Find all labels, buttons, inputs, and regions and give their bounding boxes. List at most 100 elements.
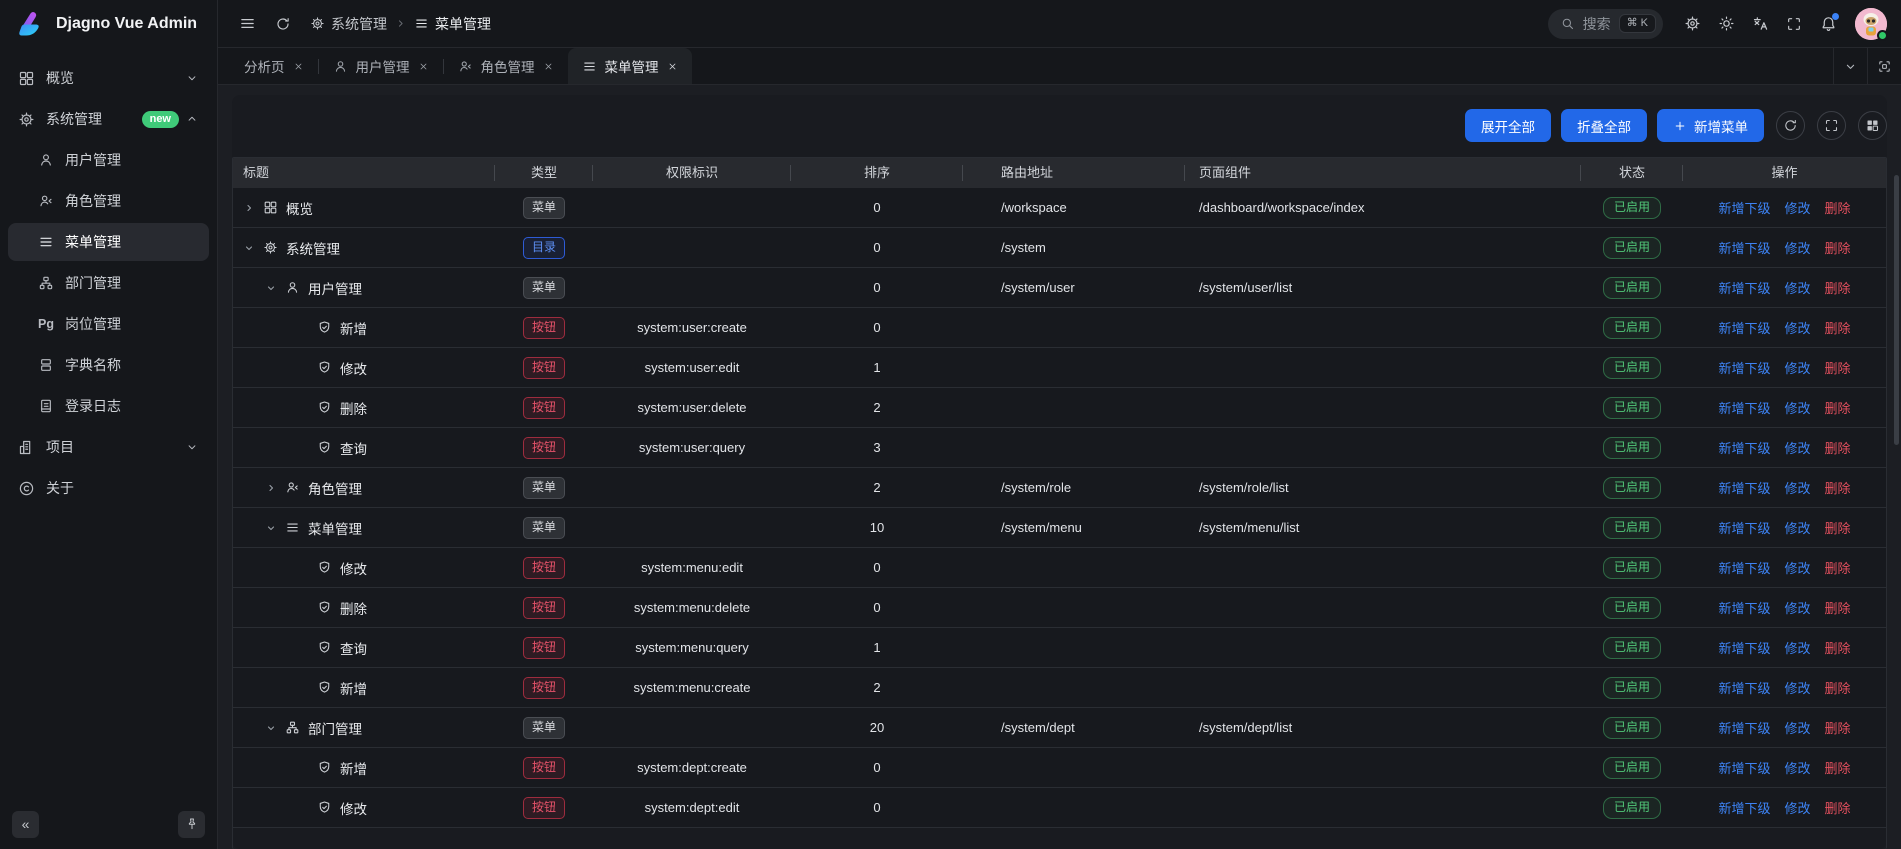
close-icon[interactable] (293, 61, 304, 72)
tab-users[interactable]: 用户管理 (319, 48, 443, 84)
edit-link[interactable]: 修改 (1784, 758, 1810, 777)
sidebar-item-positions[interactable]: Pg 岗位管理 (8, 305, 209, 343)
expand-caret-icon[interactable] (265, 482, 285, 494)
delete-link[interactable]: 删除 (1825, 758, 1851, 777)
status-badge: 已启用 (1603, 677, 1661, 699)
delete-link[interactable]: 删除 (1825, 238, 1851, 257)
refresh-table-button[interactable] (1776, 111, 1805, 140)
theme-toggle-button[interactable] (1711, 9, 1741, 39)
edit-link[interactable]: 修改 (1784, 398, 1810, 417)
search-input[interactable]: 搜索 ⌘ K (1548, 9, 1663, 39)
sidebar-item-roles[interactable]: 角色管理 (8, 182, 209, 220)
edit-link[interactable]: 修改 (1784, 198, 1810, 217)
breadcrumb-label: 系统管理 (331, 14, 387, 34)
sidebar-item-departments[interactable]: 部门管理 (8, 264, 209, 302)
add-child-link[interactable]: 新增下级 (1718, 478, 1770, 497)
delete-link[interactable]: 删除 (1825, 598, 1851, 617)
type-badge: 菜单 (523, 517, 565, 539)
sidebar-item-dictionary[interactable]: 字典名称 (8, 346, 209, 384)
edit-link[interactable]: 修改 (1784, 638, 1810, 657)
add-child-link[interactable]: 新增下级 (1718, 598, 1770, 617)
add-child-link[interactable]: 新增下级 (1718, 438, 1770, 457)
add-child-link[interactable]: 新增下级 (1718, 638, 1770, 657)
sidebar-item-project[interactable]: 项目 (8, 428, 209, 466)
sidebar-toggle-button[interactable] (232, 9, 262, 39)
tab-menu-dropdown-button[interactable] (1833, 48, 1867, 84)
notifications-button[interactable] (1813, 9, 1843, 39)
sidebar-item-overview[interactable]: 概览 (8, 59, 209, 97)
sidebar-item-users[interactable]: 用户管理 (8, 141, 209, 179)
add-child-link[interactable]: 新增下级 (1718, 718, 1770, 737)
refresh-page-button[interactable] (268, 9, 298, 39)
edit-link[interactable]: 修改 (1784, 558, 1810, 577)
edit-link[interactable]: 修改 (1784, 278, 1810, 297)
tab-roles[interactable]: 角色管理 (444, 48, 568, 84)
delete-link[interactable]: 删除 (1825, 718, 1851, 737)
delete-link[interactable]: 删除 (1825, 198, 1851, 217)
delete-link[interactable]: 删除 (1825, 398, 1851, 417)
add-child-link[interactable]: 新增下级 (1718, 678, 1770, 697)
delete-link[interactable]: 删除 (1825, 438, 1851, 457)
sidebar-item-menus[interactable]: 菜单管理 (8, 223, 209, 261)
add-child-link[interactable]: 新增下级 (1718, 358, 1770, 377)
edit-link[interactable]: 修改 (1784, 238, 1810, 257)
edit-link[interactable]: 修改 (1784, 318, 1810, 337)
close-icon[interactable] (418, 61, 429, 72)
add-child-link[interactable]: 新增下级 (1718, 238, 1770, 257)
sidebar-collapse-button[interactable]: « (12, 811, 39, 838)
sidebar-item-login-logs[interactable]: 登录日志 (8, 387, 209, 425)
edit-link[interactable]: 修改 (1784, 718, 1810, 737)
pin-button[interactable] (178, 811, 205, 838)
expand-all-button[interactable]: 展开全部 (1465, 109, 1551, 142)
edit-link[interactable]: 修改 (1784, 438, 1810, 457)
edit-link[interactable]: 修改 (1784, 478, 1810, 497)
delete-link[interactable]: 删除 (1825, 478, 1851, 497)
collapse-caret-icon[interactable] (243, 242, 263, 254)
page-scrollbar[interactable] (1894, 175, 1899, 445)
content-maximize-button[interactable] (1867, 48, 1901, 84)
settings-button[interactable] (1677, 9, 1707, 39)
collapse-all-button[interactable]: 折叠全部 (1561, 109, 1647, 142)
close-icon[interactable] (667, 61, 678, 72)
delete-link[interactable]: 删除 (1825, 678, 1851, 697)
add-child-link[interactable]: 新增下级 (1718, 758, 1770, 777)
collapse-caret-icon[interactable] (265, 522, 285, 534)
table-fullscreen-button[interactable] (1817, 111, 1846, 140)
delete-link[interactable]: 删除 (1825, 798, 1851, 817)
breadcrumb-item-menus[interactable]: 菜单管理 (414, 14, 491, 34)
collapse-caret-icon[interactable] (265, 282, 285, 294)
breadcrumb-item-system[interactable]: 系统管理 (310, 14, 387, 34)
delete-link[interactable]: 删除 (1825, 318, 1851, 337)
edit-link[interactable]: 修改 (1784, 678, 1810, 697)
tab-menus[interactable]: 菜单管理 (568, 48, 692, 84)
delete-link[interactable]: 删除 (1825, 558, 1851, 577)
component-cell: /dashboard/workspace/index (1185, 200, 1581, 215)
app-logo[interactable]: Djagno Vue Admin (0, 0, 217, 48)
add-menu-button[interactable]: 新增菜单 (1657, 109, 1764, 142)
add-child-link[interactable]: 新增下级 (1718, 518, 1770, 537)
add-child-link[interactable]: 新增下级 (1718, 278, 1770, 297)
edit-link[interactable]: 修改 (1784, 798, 1810, 817)
edit-link[interactable]: 修改 (1784, 518, 1810, 537)
add-child-link[interactable]: 新增下级 (1718, 798, 1770, 817)
sidebar-item-system[interactable]: 系统管理 new (8, 100, 209, 138)
edit-link[interactable]: 修改 (1784, 358, 1810, 377)
edit-link[interactable]: 修改 (1784, 598, 1810, 617)
column-settings-button[interactable] (1858, 111, 1887, 140)
delete-link[interactable]: 删除 (1825, 638, 1851, 657)
close-icon[interactable] (543, 61, 554, 72)
delete-link[interactable]: 删除 (1825, 358, 1851, 377)
fullscreen-button[interactable] (1779, 9, 1809, 39)
delete-link[interactable]: 删除 (1825, 278, 1851, 297)
sidebar-item-about[interactable]: 关于 (8, 469, 209, 507)
add-child-link[interactable]: 新增下级 (1718, 558, 1770, 577)
add-child-link[interactable]: 新增下级 (1718, 198, 1770, 217)
tab-analysis[interactable]: 分析页 (230, 48, 318, 84)
language-button[interactable] (1745, 9, 1775, 39)
user-avatar[interactable] (1855, 8, 1887, 40)
add-child-link[interactable]: 新增下级 (1718, 398, 1770, 417)
delete-link[interactable]: 删除 (1825, 518, 1851, 537)
expand-caret-icon[interactable] (243, 202, 263, 214)
add-child-link[interactable]: 新增下级 (1718, 318, 1770, 337)
collapse-caret-icon[interactable] (265, 722, 285, 734)
